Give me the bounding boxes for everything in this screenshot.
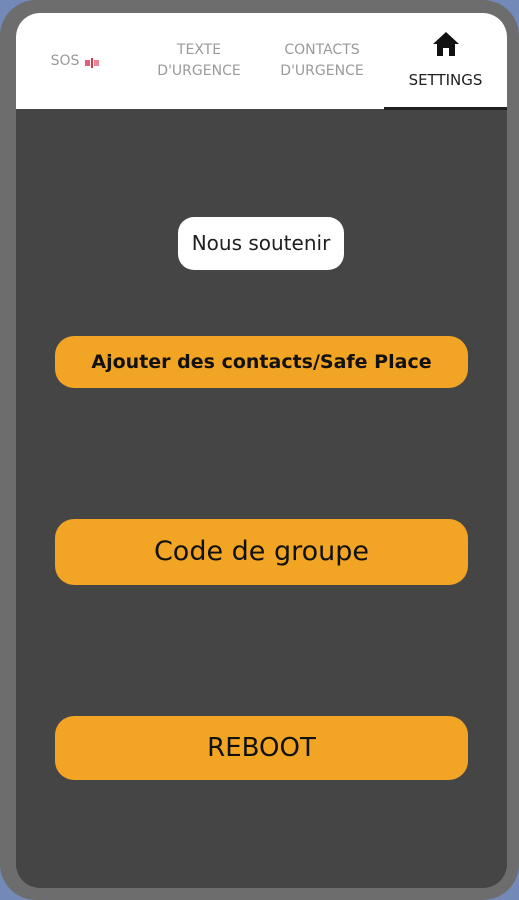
top-tab-bar: SOS TEXTE D'URGENCE CONTACTS D'URGENCE S… [16,13,507,110]
tab-texte-urgence[interactable]: TEXTE D'URGENCE [138,13,260,109]
tab-contacts-line1: CONTACTS [284,42,360,58]
group-code-button[interactable]: Code de groupe [55,519,468,585]
tab-texte-line2: D'URGENCE [157,63,241,79]
tab-settings[interactable]: SETTINGS [384,13,507,109]
home-icon [432,31,460,64]
add-contacts-button[interactable]: Ajouter des contacts/Safe Place [55,336,468,388]
tab-settings-label: SETTINGS [408,71,483,89]
flag-icon [85,55,103,68]
tab-contacts-urgence[interactable]: CONTACTS D'URGENCE [260,13,384,109]
nous-soutenir-button[interactable]: Nous soutenir [178,217,344,270]
tab-sos[interactable]: SOS [16,13,138,109]
reboot-button[interactable]: REBOOT [55,716,468,780]
active-tab-indicator [384,107,507,110]
tab-sos-label: SOS [50,52,80,69]
device-frame: SOS TEXTE D'URGENCE CONTACTS D'URGENCE S… [0,0,519,900]
tab-contacts-line2: D'URGENCE [280,63,364,79]
app-screen: SOS TEXTE D'URGENCE CONTACTS D'URGENCE S… [16,13,507,888]
tab-texte-line1: TEXTE [176,42,222,58]
